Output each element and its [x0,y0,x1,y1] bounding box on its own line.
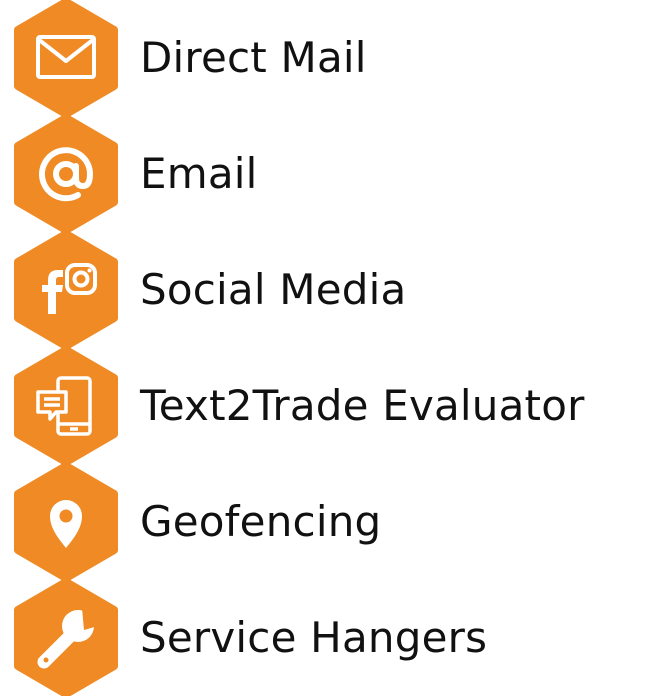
hexagon-badge [8,348,124,464]
item-label: Service Hangers [140,613,488,662]
item-label: Social Media [140,265,407,314]
hexagon-badge [8,116,124,232]
list-item-text2trade-evaluator: Text2Trade Evaluator [0,348,670,464]
list-item-social-media: Social Media [0,232,670,348]
hexagon-badge [8,580,124,696]
services-list: Direct Mail Email Social Media Text2Trad… [0,0,670,696]
item-label: Text2Trade Evaluator [140,381,585,430]
hexagon-badge [8,0,124,116]
list-item-geofencing: Geofencing [0,464,670,580]
item-label: Email [140,149,258,198]
list-item-direct-mail: Direct Mail [0,0,670,116]
hexagon-badge [8,232,124,348]
item-label: Direct Mail [140,33,367,82]
list-item-service-hangers: Service Hangers [0,580,670,696]
list-item-email: Email [0,116,670,232]
hexagon-badge [8,464,124,580]
item-label: Geofencing [140,497,382,546]
